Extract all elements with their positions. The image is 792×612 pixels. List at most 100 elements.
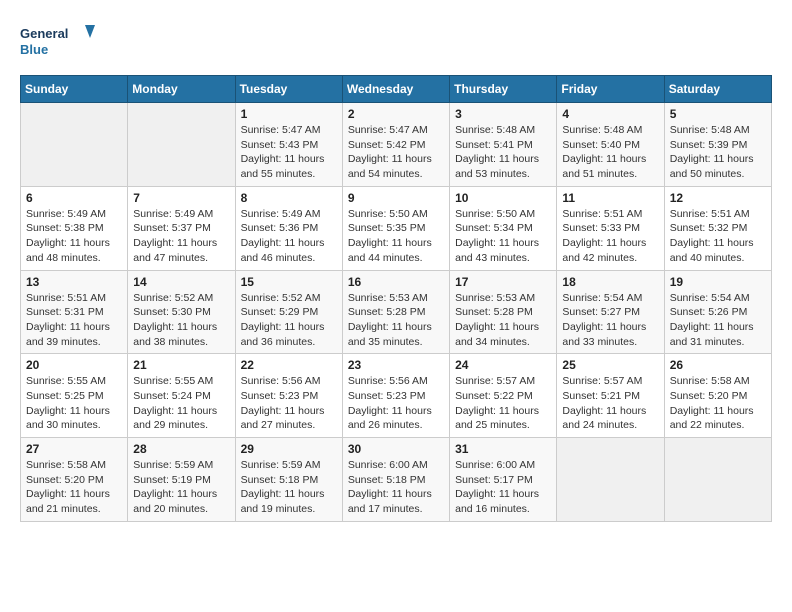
day-info: Sunrise: 5:52 AM Sunset: 5:29 PM Dayligh… (241, 291, 337, 350)
weekday-header-tuesday: Tuesday (235, 76, 342, 103)
calendar-cell: 5 Sunrise: 5:48 AM Sunset: 5:39 PM Daylig… (664, 103, 771, 187)
day-info: Sunrise: 5:59 AM Sunset: 5:18 PM Dayligh… (241, 458, 337, 517)
day-info: Sunrise: 5:58 AM Sunset: 5:20 PM Dayligh… (670, 374, 766, 433)
general-blue-logo: General Blue (20, 20, 100, 65)
day-number: 10 (455, 191, 551, 205)
day-number: 18 (562, 275, 658, 289)
day-info: Sunrise: 5:49 AM Sunset: 5:36 PM Dayligh… (241, 207, 337, 266)
calendar-cell: 25 Sunrise: 5:57 AM Sunset: 5:21 PM Dayli… (557, 354, 664, 438)
calendar-cell: 1Sunrise: 5:47 AM Sunset: 5:43 PM Daylig… (235, 103, 342, 187)
weekday-header-sunday: Sunday (21, 76, 128, 103)
calendar-cell: 24 Sunrise: 5:57 AM Sunset: 5:22 PM Dayli… (450, 354, 557, 438)
calendar-cell: 15Sunrise: 5:52 AM Sunset: 5:29 PM Dayli… (235, 270, 342, 354)
svg-text:General: General (20, 26, 68, 41)
day-number: 19 (670, 275, 766, 289)
calendar-cell: 27 Sunrise: 5:58 AM Sunset: 5:20 PM Dayli… (21, 438, 128, 522)
calendar-week-3: 13 Sunrise: 5:51 AM Sunset: 5:31 PM Dayli… (21, 270, 772, 354)
calendar-cell: 19 Sunrise: 5:54 AM Sunset: 5:26 PM Dayli… (664, 270, 771, 354)
day-number: 3 (455, 107, 551, 121)
day-number: 13 (26, 275, 122, 289)
day-number: 21 (133, 358, 229, 372)
day-number: 20 (26, 358, 122, 372)
calendar-cell: 2 Sunrise: 5:47 AM Sunset: 5:42 PM Daylig… (342, 103, 449, 187)
day-info: Sunrise: 5:56 AM Sunset: 5:23 PM Dayligh… (348, 374, 444, 433)
calendar-cell: 16Sunrise: 5:53 AM Sunset: 5:28 PM Dayli… (342, 270, 449, 354)
day-info: Sunrise: 5:58 AM Sunset: 5:20 PM Dayligh… (26, 458, 122, 517)
calendar-cell: 26 Sunrise: 5:58 AM Sunset: 5:20 PM Dayli… (664, 354, 771, 438)
calendar-week-1: 1Sunrise: 5:47 AM Sunset: 5:43 PM Daylig… (21, 103, 772, 187)
calendar-week-4: 20Sunrise: 5:55 AM Sunset: 5:25 PM Dayli… (21, 354, 772, 438)
day-number: 28 (133, 442, 229, 456)
weekday-header-thursday: Thursday (450, 76, 557, 103)
calendar-cell: 18 Sunrise: 5:54 AM Sunset: 5:27 PM Dayli… (557, 270, 664, 354)
calendar-cell: 22 Sunrise: 5:56 AM Sunset: 5:23 PM Dayli… (235, 354, 342, 438)
day-info: Sunrise: 5:53 AM Sunset: 5:28 PM Dayligh… (455, 291, 551, 350)
day-number: 23 (348, 358, 444, 372)
day-info: Sunrise: 5:59 AM Sunset: 5:19 PM Dayligh… (133, 458, 229, 517)
day-number: 31 (455, 442, 551, 456)
day-number: 11 (562, 191, 658, 205)
day-info: Sunrise: 6:00 AM Sunset: 5:18 PM Dayligh… (348, 458, 444, 517)
calendar-cell: 6 Sunrise: 5:49 AM Sunset: 5:38 PM Daylig… (21, 186, 128, 270)
day-info: Sunrise: 5:48 AM Sunset: 5:41 PM Dayligh… (455, 123, 551, 182)
day-info: Sunrise: 5:51 AM Sunset: 5:31 PM Dayligh… (26, 291, 122, 350)
day-number: 4 (562, 107, 658, 121)
day-info: Sunrise: 5:56 AM Sunset: 5:23 PM Dayligh… (241, 374, 337, 433)
page-header: General Blue (20, 20, 772, 65)
day-number: 24 (455, 358, 551, 372)
day-number: 2 (348, 107, 444, 121)
day-info: Sunrise: 5:50 AM Sunset: 5:35 PM Dayligh… (348, 207, 444, 266)
day-info: Sunrise: 5:49 AM Sunset: 5:38 PM Dayligh… (26, 207, 122, 266)
calendar-cell: 4 Sunrise: 5:48 AM Sunset: 5:40 PM Daylig… (557, 103, 664, 187)
calendar-cell: 29Sunrise: 5:59 AM Sunset: 5:18 PM Dayli… (235, 438, 342, 522)
day-info: Sunrise: 5:48 AM Sunset: 5:39 PM Dayligh… (670, 123, 766, 182)
calendar-cell: 3 Sunrise: 5:48 AM Sunset: 5:41 PM Daylig… (450, 103, 557, 187)
day-number: 5 (670, 107, 766, 121)
day-number: 22 (241, 358, 337, 372)
logo: General Blue (20, 20, 100, 65)
calendar-cell: 21Sunrise: 5:55 AM Sunset: 5:24 PM Dayli… (128, 354, 235, 438)
day-number: 14 (133, 275, 229, 289)
calendar-header: SundayMondayTuesdayWednesdayThursdayFrid… (21, 76, 772, 103)
day-number: 1 (241, 107, 337, 121)
weekday-header-friday: Friday (557, 76, 664, 103)
day-number: 6 (26, 191, 122, 205)
calendar-cell: 28 Sunrise: 5:59 AM Sunset: 5:19 PM Dayli… (128, 438, 235, 522)
day-number: 27 (26, 442, 122, 456)
day-info: Sunrise: 5:52 AM Sunset: 5:30 PM Dayligh… (133, 291, 229, 350)
day-info: Sunrise: 5:57 AM Sunset: 5:22 PM Dayligh… (455, 374, 551, 433)
weekday-header-saturday: Saturday (664, 76, 771, 103)
day-number: 16 (348, 275, 444, 289)
day-info: Sunrise: 6:00 AM Sunset: 5:17 PM Dayligh… (455, 458, 551, 517)
day-number: 30 (348, 442, 444, 456)
calendar-cell: 20Sunrise: 5:55 AM Sunset: 5:25 PM Dayli… (21, 354, 128, 438)
day-info: Sunrise: 5:47 AM Sunset: 5:42 PM Dayligh… (348, 123, 444, 182)
day-number: 26 (670, 358, 766, 372)
calendar-cell: 23 Sunrise: 5:56 AM Sunset: 5:23 PM Dayli… (342, 354, 449, 438)
calendar-cell: 13 Sunrise: 5:51 AM Sunset: 5:31 PM Dayli… (21, 270, 128, 354)
weekday-header-row: SundayMondayTuesdayWednesdayThursdayFrid… (21, 76, 772, 103)
calendar-week-5: 27 Sunrise: 5:58 AM Sunset: 5:20 PM Dayli… (21, 438, 772, 522)
calendar-table: SundayMondayTuesdayWednesdayThursdayFrid… (20, 75, 772, 522)
calendar-cell (557, 438, 664, 522)
calendar-week-2: 6 Sunrise: 5:49 AM Sunset: 5:38 PM Daylig… (21, 186, 772, 270)
day-info: Sunrise: 5:57 AM Sunset: 5:21 PM Dayligh… (562, 374, 658, 433)
calendar-cell (664, 438, 771, 522)
day-info: Sunrise: 5:54 AM Sunset: 5:26 PM Dayligh… (670, 291, 766, 350)
day-info: Sunrise: 5:49 AM Sunset: 5:37 PM Dayligh… (133, 207, 229, 266)
calendar-cell (21, 103, 128, 187)
day-info: Sunrise: 5:54 AM Sunset: 5:27 PM Dayligh… (562, 291, 658, 350)
day-number: 9 (348, 191, 444, 205)
calendar-cell: 14 Sunrise: 5:52 AM Sunset: 5:30 PM Dayli… (128, 270, 235, 354)
day-number: 7 (133, 191, 229, 205)
calendar-cell: 12 Sunrise: 5:51 AM Sunset: 5:32 PM Dayli… (664, 186, 771, 270)
calendar-cell: 10Sunrise: 5:50 AM Sunset: 5:34 PM Dayli… (450, 186, 557, 270)
day-info: Sunrise: 5:48 AM Sunset: 5:40 PM Dayligh… (562, 123, 658, 182)
day-number: 25 (562, 358, 658, 372)
calendar-cell (128, 103, 235, 187)
day-info: Sunrise: 5:51 AM Sunset: 5:33 PM Dayligh… (562, 207, 658, 266)
day-number: 8 (241, 191, 337, 205)
day-number: 12 (670, 191, 766, 205)
weekday-header-wednesday: Wednesday (342, 76, 449, 103)
day-info: Sunrise: 5:51 AM Sunset: 5:32 PM Dayligh… (670, 207, 766, 266)
